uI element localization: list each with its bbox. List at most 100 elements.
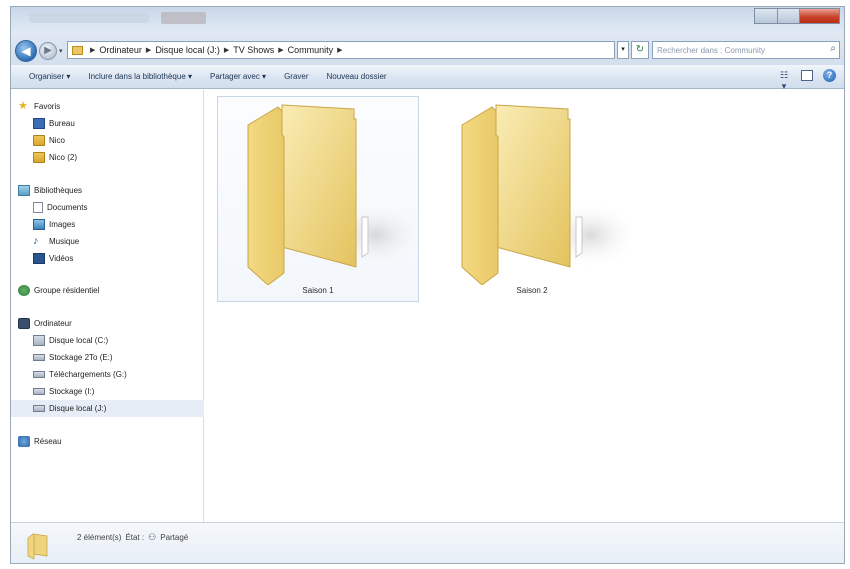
nav-item-user[interactable]: Nico <box>11 132 204 149</box>
folder-tile-season-2[interactable]: Saison 2 <box>431 96 633 302</box>
title-bar-blur-tab <box>161 12 206 24</box>
nav-item-drive-i[interactable]: Stockage (I:) <box>11 383 204 400</box>
chevron-right-icon[interactable]: ▶ <box>278 46 283 54</box>
nav-item-drive-g[interactable]: Téléchargements (G:) <box>11 366 204 383</box>
chevron-right-icon[interactable]: ▶ <box>224 46 229 54</box>
search-input[interactable] <box>653 42 813 58</box>
burn-button[interactable]: Graver <box>284 72 308 81</box>
address-row: ◀ ▶ ▾ ▶ Ordinateur ▶ Disque local (J:) ▶… <box>11 35 844 65</box>
drive-icon <box>33 354 45 361</box>
nav-label: Stockage 2To (E:) <box>49 353 113 362</box>
back-button[interactable]: ◀ <box>15 40 37 62</box>
nav-libraries[interactable]: Bibliothèques <box>11 182 204 199</box>
drive-icon <box>33 371 45 378</box>
minimize-button[interactable] <box>754 8 778 24</box>
folder-name: Saison 1 <box>302 286 334 295</box>
computer-group: Ordinateur Disque local (C:) Stockage 2T… <box>11 315 204 417</box>
nav-homegroup[interactable]: Groupe résidentiel <box>11 282 204 299</box>
nav-favorites[interactable]: ★ Favoris <box>11 98 204 115</box>
folder-icon <box>461 104 632 285</box>
desktop-icon <box>33 118 45 129</box>
breadcrumb-item[interactable]: Ordinateur <box>99 45 142 55</box>
nav-item-music[interactable]: ♪ Musique <box>11 233 204 250</box>
music-note-icon: ♪ <box>33 235 39 247</box>
new-folder-button[interactable]: Nouveau dossier <box>327 72 387 81</box>
chevron-right-icon[interactable]: ▶ <box>90 46 95 54</box>
help-icon[interactable]: ? <box>823 69 836 82</box>
nav-label: Téléchargements (G:) <box>49 370 127 379</box>
search-box[interactable]: ⌕ <box>652 41 840 59</box>
nav-item-documents[interactable]: Documents <box>11 199 204 216</box>
breadcrumb-item[interactable]: Disque local (J:) <box>155 45 220 55</box>
command-bar: Organiser ▾ Inclure dans la bibliothèque… <box>11 65 844 91</box>
folder-tile-season-1[interactable]: Saison 1 <box>217 96 419 302</box>
maximize-button[interactable] <box>778 8 800 24</box>
preview-pane-icon[interactable] <box>801 70 813 81</box>
folder-icon <box>247 104 418 285</box>
nav-label: Ordinateur <box>34 319 72 328</box>
organize-button[interactable]: Organiser ▾ <box>29 72 70 81</box>
favorites-group: ★ Favoris Bureau Nico Nico (2) <box>11 98 204 166</box>
breadcrumb[interactable]: ▶ Ordinateur ▶ Disque local (J:) ▶ TV Sh… <box>67 41 615 59</box>
nav-label: Musique <box>49 237 80 246</box>
network-group: Réseau <box>11 433 204 450</box>
nav-label: Bureau <box>49 119 75 128</box>
shared-status: Partagé <box>160 533 189 542</box>
nav-item-drive-j[interactable]: Disque local (J:) <box>11 400 204 417</box>
close-button[interactable] <box>800 8 840 24</box>
nav-item-drive-c[interactable]: Disque local (C:) <box>11 332 204 349</box>
chevron-right-icon[interactable]: ▶ <box>337 46 342 54</box>
window-controls <box>754 8 840 24</box>
computer-icon <box>18 318 30 329</box>
command-bar-right: ☷ ▾ ? <box>777 69 836 91</box>
network-icon <box>18 436 30 447</box>
share-with-button[interactable]: Partager avec ▾ <box>210 72 266 81</box>
recent-pages-dropdown[interactable]: ▾ <box>59 47 63 55</box>
breadcrumb-item[interactable]: TV Shows <box>233 45 274 55</box>
star-icon: ★ <box>18 100 28 112</box>
nav-item-drive-e[interactable]: Stockage 2To (E:) <box>11 349 204 366</box>
title-bar-blur <box>29 13 149 23</box>
nav-label: Disque local (C:) <box>49 336 109 345</box>
back-arrow-icon: ◀ <box>21 44 31 58</box>
details-summary: 2 élément(s) État : ⚇ Partagé <box>77 532 188 543</box>
library-icon <box>18 185 30 196</box>
user-folder-icon <box>33 135 45 146</box>
video-icon <box>33 253 45 264</box>
chevron-right-icon[interactable]: ▶ <box>146 46 151 54</box>
libraries-group: Bibliothèques Documents Images ♪ Musique… <box>11 182 204 267</box>
search-icon[interactable]: ⌕ <box>830 43 836 54</box>
drive-icon <box>33 388 45 395</box>
address-history-dropdown[interactable]: ▾ <box>617 41 629 59</box>
nav-item-videos[interactable]: Vidéos <box>11 250 204 267</box>
file-list: Saison 1 Saison 2 <box>205 90 844 522</box>
change-view-icon[interactable]: ☷ ▾ <box>777 70 791 91</box>
nav-item-user-2[interactable]: Nico (2) <box>11 149 204 166</box>
homegroup-icon <box>18 285 30 296</box>
breadcrumb-item[interactable]: Community <box>288 45 334 55</box>
state-label: État : <box>125 533 145 542</box>
nav-label: Groupe résidentiel <box>34 286 100 295</box>
folder-name: Saison 2 <box>516 286 548 295</box>
nav-label: Nico (2) <box>49 153 78 162</box>
nav-computer[interactable]: Ordinateur <box>11 315 204 332</box>
refresh-button[interactable]: ↻ <box>631 41 649 59</box>
navigation-pane: ★ Favoris Bureau Nico Nico (2) Bibliothè… <box>11 90 204 522</box>
include-in-library-button[interactable]: Inclure dans la bibliothèque ▾ <box>88 72 192 81</box>
forward-button[interactable]: ▶ <box>39 42 57 60</box>
details-pane: 2 élément(s) État : ⚇ Partagé <box>11 522 844 563</box>
folder-icon <box>27 533 48 560</box>
nav-item-pictures[interactable]: Images <box>11 216 204 233</box>
item-count: 2 élément(s) <box>77 533 122 542</box>
forward-arrow-icon: ▶ <box>44 45 52 56</box>
nav-label: Images <box>49 220 76 229</box>
nav-network[interactable]: Réseau <box>11 433 204 450</box>
nav-label: Stockage (I:) <box>49 387 95 396</box>
nav-label: Réseau <box>34 437 62 446</box>
user-folder-icon <box>33 152 45 163</box>
system-drive-icon <box>33 335 45 346</box>
explorer-window: ◀ ▶ ▾ ▶ Ordinateur ▶ Disque local (J:) ▶… <box>10 6 845 564</box>
nav-label: Documents <box>47 203 88 212</box>
title-bar <box>11 7 844 35</box>
nav-item-desktop[interactable]: Bureau <box>11 115 204 132</box>
